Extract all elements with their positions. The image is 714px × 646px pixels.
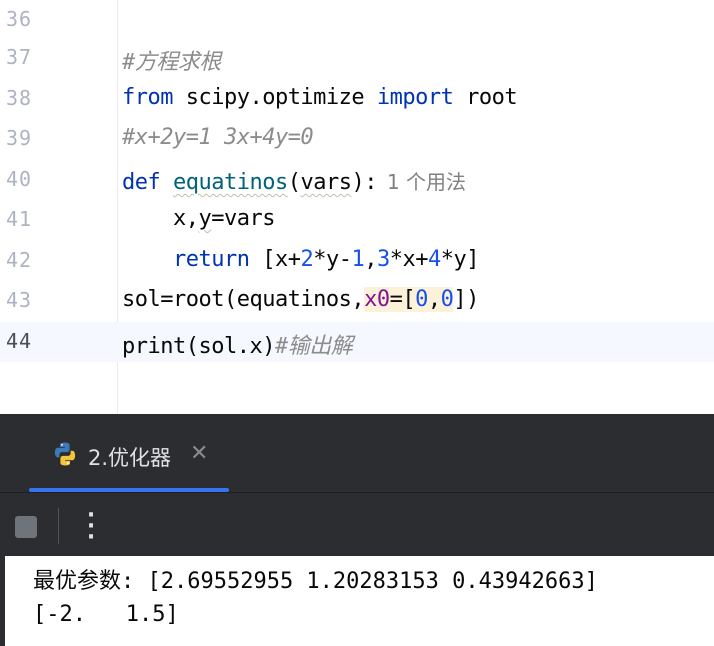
more-vertical-icon[interactable]: · · · [82,505,100,549]
keyword: return [172,247,250,272]
code-text: x,y=vars [172,206,275,231]
toolbar-separator [58,508,59,544]
stop-icon[interactable] [15,516,37,538]
line-number: 40 [6,167,33,191]
keyword: from [122,85,173,110]
code-line[interactable]: 43 sol=root(equatinos,x0=[0,0]) [0,281,714,321]
line-number: 44 [6,329,33,353]
console-line: 最优参数: [2.69552955 1.20283153 0.43942663] [33,569,598,594]
code-text: sol=root(equatinos,x0=[0,0]) [122,287,479,312]
line-number: 38 [6,86,33,110]
line-number: 42 [6,248,33,272]
parameter-name: x0 [364,287,390,312]
code-line[interactable]: 41 x,y=vars [0,200,714,240]
run-tab[interactable]: 2.优化器 ✕ [30,414,228,492]
comment: #输出解 [274,334,353,359]
code-text: print(sol.x)#输出解 [122,334,353,359]
code-line-current[interactable]: 44 print(sol.x)#输出解 [0,322,714,362]
close-icon[interactable]: ✕ [190,441,208,466]
code-line[interactable]: 42 return [x+2*y-1,3*x+4*y] [0,241,714,281]
code-line[interactable]: 38 from scipy.optimize import root [0,79,714,119]
tab-title: 2.优化器 [88,446,172,470]
comment: #方程求根 [122,50,221,75]
code-editor[interactable]: 36 37 #方程求根 38 from scipy.optimize impor… [0,0,714,414]
keyword: def [122,170,161,195]
comment: #x+2y=1 3x+4y=0 [122,125,314,150]
function-name: equatinos [173,170,288,195]
code-line[interactable]: 37 #方程求根 [0,38,714,78]
code-text: #方程求根 [122,44,221,76]
line-number: 43 [6,288,33,312]
module-name: scipy.optimize [172,85,377,110]
panel-divider [0,492,714,493]
console-line: [-2. 1.5] [33,602,179,627]
usage-hint[interactable]: 1 个用法 [387,170,466,194]
code-text: def equatinos(vars): 1 个用法 [122,170,467,195]
parameter: vars [300,170,352,195]
python-icon [52,441,78,467]
line-number: 37 [6,45,33,69]
keyword: import [376,85,454,110]
code-line[interactable]: 36 [0,0,714,40]
code-line[interactable]: 39 #x+2y=1 3x+4y=0 [0,119,714,159]
code-text: #x+2y=1 3x+4y=0 [122,125,314,150]
line-number: 41 [6,207,33,231]
line-number: 36 [6,7,33,31]
variable-warning: y [198,206,212,231]
line-number: 39 [6,126,33,150]
import-name: root [453,85,518,110]
code-text: from scipy.optimize import root [122,85,518,110]
code-line[interactable]: 40 def equatinos(vars): 1 个用法 [0,160,714,200]
console-output[interactable]: 最优参数: [2.69552955 1.20283153 0.43942663]… [5,556,714,646]
code-text: return [x+2*y-1,3*x+4*y] [172,247,479,272]
